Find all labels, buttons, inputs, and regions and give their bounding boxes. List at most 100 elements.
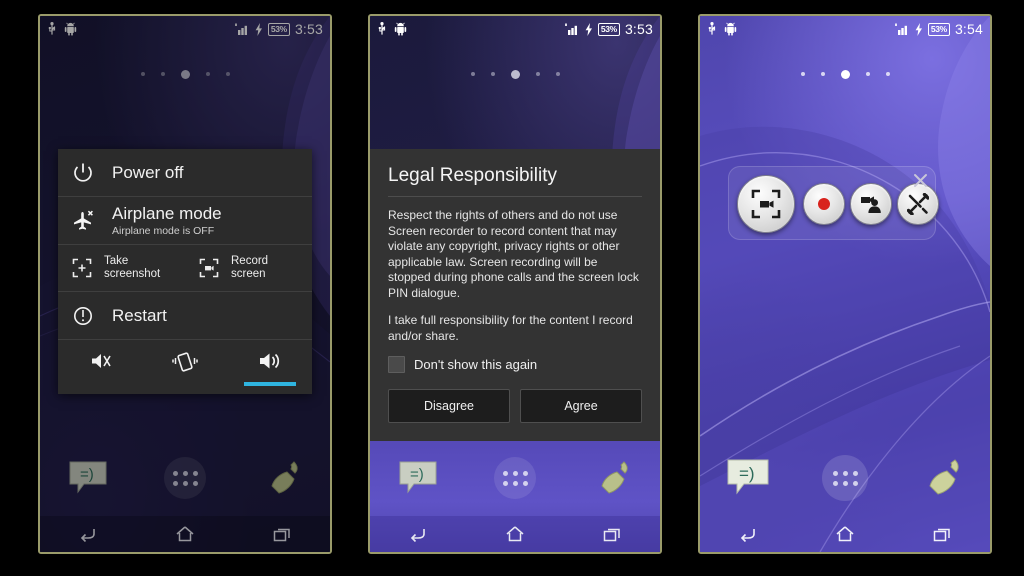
airplane-icon xyxy=(72,210,112,232)
home-icon xyxy=(836,526,854,542)
page-dot-active[interactable] xyxy=(840,69,850,79)
nav-recents-button[interactable] xyxy=(893,526,990,543)
nav-recents-button[interactable] xyxy=(563,526,660,543)
nav-back-button[interactable] xyxy=(370,526,467,542)
red-record-dot-icon xyxy=(818,198,830,210)
phone-3-status-bar: 53% 3:54 xyxy=(700,16,990,42)
home-icon xyxy=(506,526,524,542)
dock-item-phone[interactable] xyxy=(893,456,990,500)
screen-recorder-floating-bar[interactable] xyxy=(728,166,939,240)
signal-bars-icon xyxy=(894,23,907,35)
restart-row[interactable]: Restart xyxy=(58,292,312,340)
mode-silent-button[interactable] xyxy=(58,340,143,394)
start-record-button[interactable] xyxy=(803,183,845,225)
close-x-icon xyxy=(913,173,927,187)
phone-2-screen: 53% 3:53 =) Legal Responsibility Respect… xyxy=(370,16,660,552)
app-drawer-icon xyxy=(494,457,536,499)
selected-mode-indicator xyxy=(243,382,296,386)
app-drawer-icon xyxy=(822,455,868,501)
phone-2-nav-bar xyxy=(370,516,660,552)
power-off-label: Power off xyxy=(112,162,184,182)
dialog-body-paragraph-2: I take full responsibility for the conte… xyxy=(388,313,633,343)
android-robot-icon xyxy=(724,22,737,36)
phone-handset-icon xyxy=(929,459,959,495)
checkbox-box[interactable] xyxy=(388,356,405,373)
status-left-icons xyxy=(707,22,737,36)
record-frame-camcorder-icon xyxy=(751,189,781,219)
phone-1-power-menu: 53% 3:53 =) Power off Airplane mode Airp… xyxy=(38,14,332,554)
status-clock: 3:53 xyxy=(624,21,653,37)
record-screen-button[interactable]: Record screen xyxy=(185,245,312,291)
camera-person-icon xyxy=(861,196,881,213)
dialog-body-paragraph-1: Respect the rights of others and do not … xyxy=(388,208,639,300)
phone-3-page-indicator xyxy=(700,68,990,80)
record-screen-label: Record screen xyxy=(231,255,269,280)
phone-3-screen: 53% 3:54 =) xyxy=(700,16,990,552)
page-dot[interactable] xyxy=(555,72,560,76)
take-screenshot-label: Take screenshot xyxy=(104,255,161,280)
speaker-icon xyxy=(259,353,279,369)
close-recorder-bar-button[interactable] xyxy=(911,171,929,189)
page-dot[interactable] xyxy=(800,72,805,76)
screenshot-stage: 53% 3:53 =) Power off Airplane mode Airp… xyxy=(0,0,1024,576)
title-divider xyxy=(388,196,642,197)
phone-1-screen: 53% 3:53 =) Power off Airplane mode Airp… xyxy=(40,16,330,552)
nav-home-button[interactable] xyxy=(797,525,894,543)
phone-3-recorder-overlay: 53% 3:54 =) xyxy=(698,14,992,554)
recents-icon xyxy=(933,528,950,541)
phone-3-dock: =) xyxy=(700,442,990,514)
dock-item-app-drawer[interactable] xyxy=(467,457,564,499)
status-left-icons xyxy=(377,22,407,36)
page-dot[interactable] xyxy=(885,72,890,76)
nav-home-button[interactable] xyxy=(467,525,564,543)
usb-icon xyxy=(708,22,716,35)
screenshot-frame-icon xyxy=(72,258,104,278)
tools-wrench-screwdriver-icon xyxy=(907,193,929,215)
mode-vibrate-button[interactable] xyxy=(143,340,228,394)
messaging-bubble-icon: =) xyxy=(727,459,769,495)
dock-item-messaging[interactable]: =) xyxy=(370,459,467,497)
take-screenshot-button[interactable]: Take screenshot xyxy=(58,245,185,291)
dock-item-phone[interactable] xyxy=(563,458,660,498)
recorder-settings-button[interactable] xyxy=(897,183,939,225)
power-off-row[interactable]: Power off xyxy=(58,149,312,197)
battery-level: 53% xyxy=(597,22,620,36)
dock-item-messaging[interactable]: =) xyxy=(700,457,797,499)
disagree-button[interactable]: Disagree xyxy=(388,389,510,423)
charging-bolt-icon xyxy=(915,22,922,36)
page-dot-active[interactable] xyxy=(510,69,520,79)
airplane-mode-label: Airplane mode xyxy=(112,204,222,223)
record-area-button[interactable] xyxy=(737,175,795,233)
battery-level: 53% xyxy=(927,22,950,36)
power-icon xyxy=(72,162,112,184)
sound-mode-row xyxy=(58,340,312,394)
page-dot[interactable] xyxy=(470,72,475,76)
airplane-mode-text-group: Airplane mode Airplane mode is OFF xyxy=(112,204,222,237)
restart-label: Restart xyxy=(112,305,167,325)
dock-item-app-drawer[interactable] xyxy=(797,455,894,501)
android-robot-icon xyxy=(394,22,407,36)
page-dot[interactable] xyxy=(865,72,870,76)
checkbox-label: Don't show this again xyxy=(414,357,538,372)
mode-sound-button[interactable] xyxy=(227,340,312,394)
dont-show-again-checkbox-row[interactable]: Don't show this again xyxy=(388,356,642,373)
phone-2-dock: =) xyxy=(370,442,660,514)
power-menu-dialog: Power off Airplane mode Airplane mode is… xyxy=(58,149,312,394)
mute-icon xyxy=(92,354,112,368)
capture-row: Take screenshot Record screen xyxy=(58,245,312,292)
nav-back-button[interactable] xyxy=(700,526,797,542)
messaging-bubble-icon: =) xyxy=(399,461,437,494)
signal-bars-icon xyxy=(564,23,577,35)
agree-button[interactable]: Agree xyxy=(520,389,642,423)
phone-2-status-bar: 53% 3:53 xyxy=(370,16,660,42)
page-dot[interactable] xyxy=(820,72,825,76)
back-arrow-icon xyxy=(741,529,756,542)
phone-2-legal-dialog: 53% 3:53 =) Legal Responsibility Respect… xyxy=(368,14,662,554)
airplane-mode-row[interactable]: Airplane mode Airplane mode is OFF xyxy=(58,197,312,245)
dialog-title: Legal Responsibility xyxy=(388,165,557,186)
front-camera-button[interactable] xyxy=(850,183,892,225)
page-dot[interactable] xyxy=(490,72,495,76)
page-dot[interactable] xyxy=(535,72,540,76)
record-screen-frame-icon xyxy=(199,258,231,278)
dialog-button-row: Disagree Agree xyxy=(388,389,642,423)
